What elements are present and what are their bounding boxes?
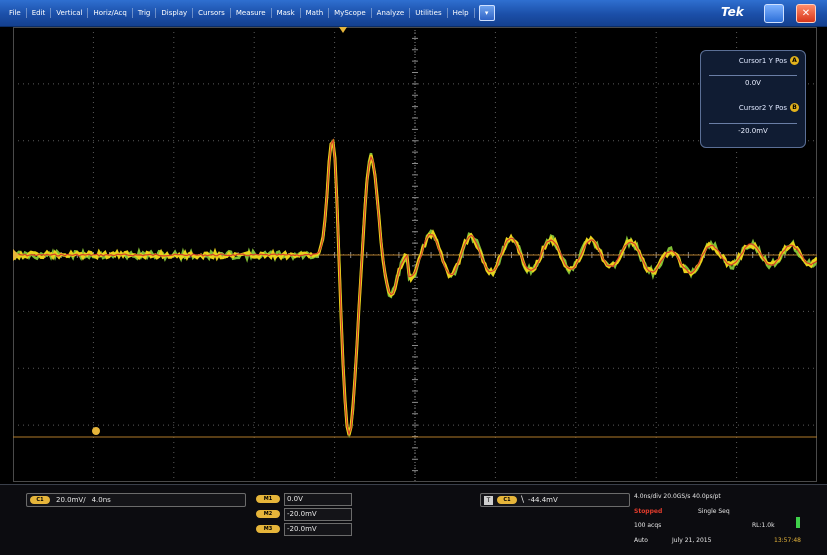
channel-ground-marker — [13, 249, 19, 261]
math-readout-3[interactable]: M3 -20.0mV — [256, 522, 356, 536]
channel-scale: 20.0mV/ — [56, 496, 86, 504]
brand-logo: Tek — [721, 5, 744, 19]
date-readout: July 21, 2015 — [672, 537, 712, 544]
acq-progress-indicator — [796, 517, 800, 528]
menu-display[interactable]: Display — [156, 8, 194, 18]
cursor2-ypos-label: Cursor2 Y Pos B — [739, 103, 799, 112]
graticule — [13, 27, 817, 482]
main-menu: File Edit Vertical Horiz/Acq Trig Displa… — [4, 0, 495, 26]
menu-mask[interactable]: Mask — [272, 8, 301, 18]
waveform-trace-green — [13, 139, 817, 438]
menu-trig[interactable]: Trig — [133, 8, 157, 18]
cursor-position-panel[interactable]: Cursor1 Y Pos A 0.0V Cursor2 Y Pos B -20… — [700, 50, 806, 148]
falling-edge-icon: \ — [521, 494, 525, 505]
menu-math[interactable]: Math — [301, 8, 330, 18]
trigger-readout[interactable]: T C1 \ -44.4mV — [480, 493, 630, 507]
dropdown-arrow-icon[interactable]: ▾ — [478, 5, 495, 21]
channel1-badge: C1 — [30, 496, 50, 504]
math2-badge: M2 — [256, 510, 280, 518]
acq-count: 100 acqs — [634, 522, 662, 529]
math3-value: -20.0mV — [284, 522, 352, 536]
record-length: RL:1.0k — [752, 522, 775, 529]
trigger-icon: T — [484, 495, 493, 505]
cursor2-ypos-value[interactable]: -20.0mV — [709, 123, 797, 138]
time-readout: 13:57:48 — [774, 537, 801, 544]
menu-utilities[interactable]: Utilities — [410, 8, 448, 18]
minimize-button[interactable] — [764, 4, 784, 23]
menu-help[interactable]: Help — [448, 8, 475, 18]
menu-vertical[interactable]: Vertical — [51, 8, 89, 18]
acq-mode: Single Seq — [698, 508, 730, 515]
acquisition-readout[interactable]: 4.0ns/div 20.0GS/s 40.0ps/pt Stopped Sin… — [632, 489, 822, 551]
menu-measure[interactable]: Measure — [231, 8, 272, 18]
menu-horiz-acq[interactable]: Horiz/Acq — [88, 8, 133, 18]
math1-badge: M1 — [256, 495, 280, 503]
cursor1-ypos-value[interactable]: 0.0V — [709, 75, 797, 90]
cursor-a-icon: A — [790, 56, 799, 65]
trigger-source-badge: C1 — [497, 496, 517, 504]
cursor-handle-icon — [92, 427, 100, 435]
channel-readout[interactable]: C1 20.0mV/ 4.0ns — [26, 493, 246, 507]
math-readout-1[interactable]: M1 0.0V — [256, 492, 356, 506]
run-status: Stopped — [634, 508, 663, 515]
cursor-b-icon: B — [790, 103, 799, 112]
timebase-readout: 4.0ns/div 20.0GS/s 40.0ps/pt — [634, 493, 721, 500]
trigger-mode: Auto — [634, 537, 648, 544]
menu-analyze[interactable]: Analyze — [372, 8, 411, 18]
status-bar: C1 20.0mV/ 4.0ns M1 0.0V M2 -20.0mV M3 -… — [0, 484, 827, 555]
math3-badge: M3 — [256, 525, 280, 533]
menu-myscope[interactable]: MyScope — [329, 8, 372, 18]
menu-file[interactable]: File — [4, 8, 27, 18]
math2-value: -20.0mV — [284, 507, 352, 521]
trigger-position-marker — [339, 27, 347, 33]
menu-edit[interactable]: Edit — [27, 8, 52, 18]
cursor1-ypos-label: Cursor1 Y Pos A — [739, 56, 799, 65]
menu-bar: File Edit Vertical Horiz/Acq Trig Displa… — [0, 0, 827, 27]
math-readout-2[interactable]: M2 -20.0mV — [256, 507, 356, 521]
channel-offset: 4.0ns — [91, 496, 111, 504]
trigger-level: -44.4mV — [528, 496, 558, 504]
menu-cursors[interactable]: Cursors — [193, 8, 231, 18]
math1-value: 0.0V — [284, 492, 352, 506]
close-button[interactable]: ✕ — [796, 4, 816, 23]
waveform-display[interactable] — [13, 27, 817, 482]
